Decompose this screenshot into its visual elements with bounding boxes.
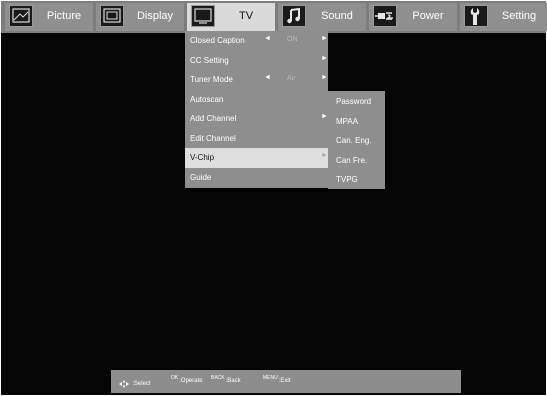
tab-tv[interactable]: TV <box>187 3 275 31</box>
menu-item-value: Air <box>287 75 296 82</box>
tab-label: Sound <box>321 10 353 22</box>
navigate-arrows-icon <box>119 379 131 388</box>
menu-item-label: Add Channel <box>190 114 237 123</box>
hint-bar: :Select OK:Operate BACK:Back MENU:Exit <box>111 370 461 393</box>
submenu-item-label: TVPG <box>336 175 358 184</box>
submenu-item-password[interactable]: Password <box>328 92 385 111</box>
hint-select: :Select <box>119 378 151 388</box>
menu-item-guide[interactable]: Guide <box>185 168 328 188</box>
power-plug-icon <box>373 5 397 27</box>
right-arrow-icon[interactable]: ► <box>321 152 328 159</box>
menu-item-add-channel[interactable]: Add Channel ► <box>185 109 328 129</box>
submenu-item-can-fre[interactable]: Can Fre. <box>328 151 385 170</box>
menu-item-tuner-mode[interactable]: Tuner Mode ◄ Air ► <box>185 70 328 90</box>
tab-power[interactable]: Power <box>369 3 457 31</box>
music-note-icon <box>282 5 306 27</box>
right-arrow-icon[interactable]: ► <box>321 113 328 120</box>
picture-icon <box>9 5 33 27</box>
ok-key-label: OK <box>171 375 179 381</box>
menu-item-label: Guide <box>190 173 212 182</box>
tab-label: Power <box>412 10 444 22</box>
menu-item-label: Tuner Mode <box>190 75 233 84</box>
tab-label: Setting <box>501 10 537 22</box>
hint-operate: OK:Operate <box>171 375 203 384</box>
tab-label: Display <box>136 10 174 22</box>
submenu-item-label: Password <box>336 97 372 106</box>
tab-picture[interactable]: Picture <box>5 3 93 31</box>
submenu-item-label: Can Fre. <box>336 156 368 165</box>
hint-exit: MENU:Exit <box>263 375 291 384</box>
submenu-item-label: MPAA <box>336 117 359 126</box>
menu-item-edit-channel[interactable]: Edit Channel <box>185 129 328 149</box>
hint-text: :Select <box>132 381 151 387</box>
menu-item-label: Autoscan <box>190 95 224 104</box>
menu-item-label: Edit Channel <box>190 134 236 143</box>
menu-item-v-chip[interactable]: V-Chip ► <box>185 148 328 168</box>
v-chip-submenu: Password MPAA Can. Eng. Can Fre. TVPG <box>328 91 385 189</box>
tab-label: TV <box>238 10 254 22</box>
submenu-item-label: Can. Eng. <box>336 136 372 145</box>
tv-menu: Closed Caption ◄ ON ► CC Setting ► Tuner… <box>185 31 328 188</box>
menu-item-label: Closed Caption <box>190 36 245 45</box>
display-icon <box>100 5 124 27</box>
right-arrow-icon[interactable]: ► <box>321 74 328 81</box>
right-arrow-icon[interactable]: ► <box>321 35 328 42</box>
tab-setting[interactable]: Setting <box>460 3 547 31</box>
menu-item-cc-setting[interactable]: CC Setting ► <box>185 51 328 71</box>
wrench-icon <box>464 5 488 27</box>
left-arrow-icon[interactable]: ◄ <box>264 35 271 42</box>
menu-item-autoscan[interactable]: Autoscan <box>185 90 328 110</box>
submenu-item-can-eng[interactable]: Can. Eng. <box>328 131 385 150</box>
top-menu-bar: Picture Display TV Sound Power Setting <box>1 1 547 33</box>
submenu-item-tvpg[interactable]: TVPG <box>328 170 385 189</box>
menu-item-value: ON <box>287 36 298 43</box>
menu-item-label: CC Setting <box>190 56 229 65</box>
hint-back: BACK:Back <box>211 375 241 384</box>
hint-text: :Back <box>225 378 241 384</box>
hint-text: :Exit <box>278 378 291 384</box>
menu-item-label: V-Chip <box>190 153 215 162</box>
tab-sound[interactable]: Sound <box>278 3 366 31</box>
left-arrow-icon[interactable]: ◄ <box>264 74 271 81</box>
tab-display[interactable]: Display <box>96 3 184 31</box>
submenu-item-mpaa[interactable]: MPAA <box>328 112 385 131</box>
menu-item-closed-caption[interactable]: Closed Caption ◄ ON ► <box>185 31 328 51</box>
right-arrow-icon[interactable]: ► <box>321 55 328 62</box>
tab-label: Picture <box>46 10 82 22</box>
menu-key-label: MENU <box>263 375 278 381</box>
tv-icon <box>191 5 215 27</box>
back-key-label: BACK <box>211 375 225 381</box>
hint-text: :Operate <box>179 378 203 384</box>
